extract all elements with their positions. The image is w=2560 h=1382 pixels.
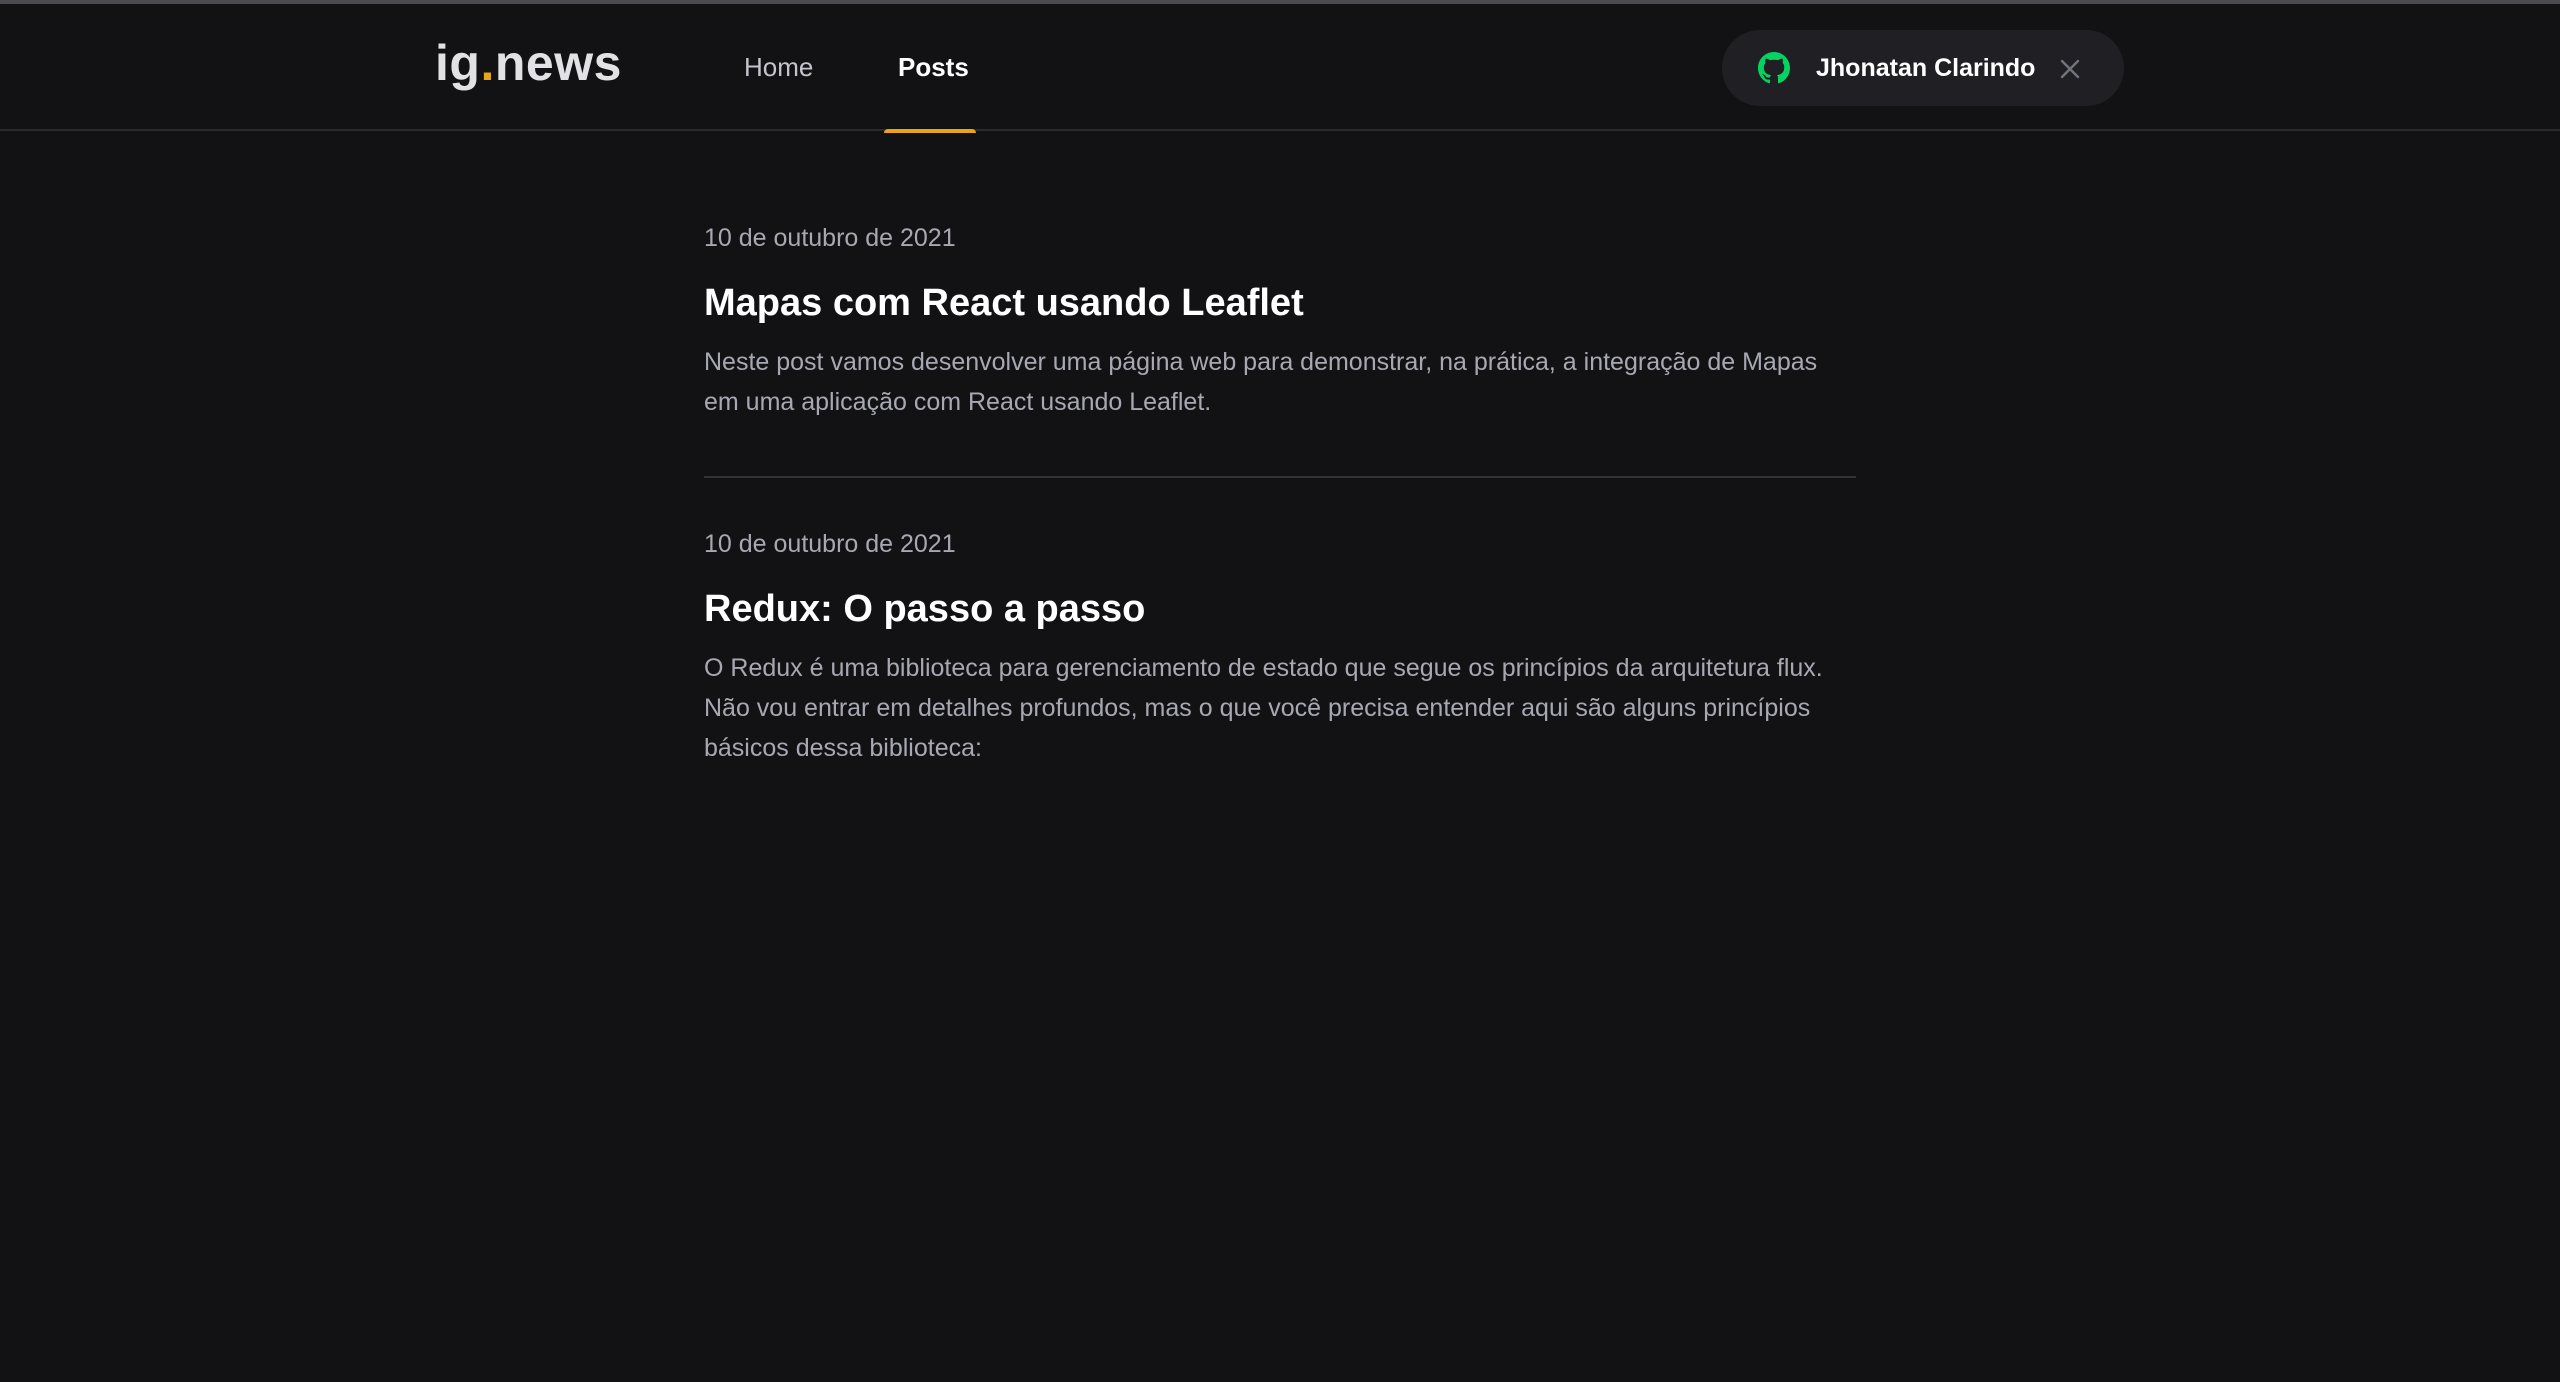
post-title: Mapas com React usando Leaflet [704, 282, 1304, 324]
site-logo[interactable]: ig.news [435, 34, 622, 92]
logo-dot: . [480, 35, 495, 91]
logo-text-rest: news [494, 35, 622, 91]
nav-link-home[interactable]: Home [730, 4, 842, 131]
github-user-button[interactable]: Jhonatan Clarindo [1722, 30, 2124, 106]
post-title: Redux: O passo a passo [704, 588, 1146, 630]
post-excerpt: Neste post vamos desenvolver uma página … [704, 348, 1818, 416]
post-item[interactable]: 10 de outubro de 2021 Mapas com React us… [704, 220, 1856, 422]
posts-list: 10 de outubro de 2021 Mapas com React us… [704, 220, 1856, 768]
close-icon[interactable] [2058, 57, 2082, 81]
post-date: 10 de outubro de 2021 [704, 224, 956, 252]
site-header: ig.news Home Posts Jhonatan Clarindo [0, 4, 2560, 133]
logo-text-main: ig [435, 35, 481, 91]
header-content: ig.news Home Posts Jhonatan Clarindo [0, 4, 2560, 133]
user-name: Jhonatan Clarindo [1816, 54, 2036, 82]
post-item[interactable]: 10 de outubro de 2021 Redux: O passo a p… [704, 526, 1856, 768]
github-icon [1758, 52, 1790, 84]
post-date: 10 de outubro de 2021 [704, 530, 956, 558]
nav-link-posts[interactable]: Posts [884, 4, 976, 133]
post-excerpt: O Redux é uma biblioteca para gerenciame… [704, 654, 1823, 762]
nav-link-posts-label: Posts [898, 52, 969, 82]
post-divider [704, 476, 1856, 478]
active-nav-indicator [884, 129, 976, 133]
